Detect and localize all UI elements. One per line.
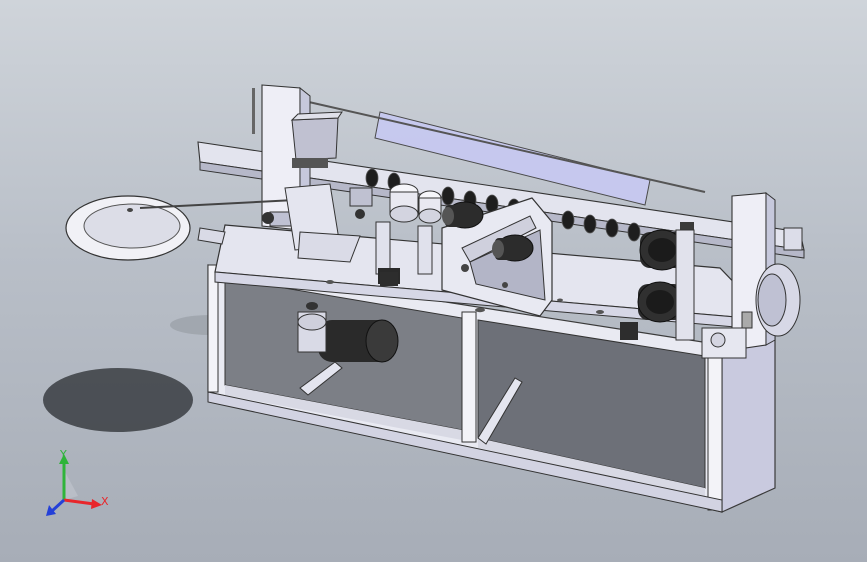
z-axis-line — [50, 498, 66, 513]
machine-model-view[interactable] — [0, 0, 867, 562]
x-axis-line — [63, 498, 95, 506]
coordinate-triad — [46, 454, 102, 516]
sensor-block-1 — [620, 322, 638, 340]
y-axis-label: Y — [60, 448, 67, 461]
cad-viewport[interactable]: Y X — [0, 0, 867, 562]
end-pulley[interactable] — [755, 263, 801, 337]
x-axis-label: X — [101, 495, 109, 508]
sensor-block-2 — [380, 272, 398, 286]
trimmer-motor-2[interactable] — [492, 234, 534, 262]
trimmer-motor-1[interactable] — [442, 201, 484, 229]
ground-shadow — [43, 368, 193, 432]
glue-pot[interactable] — [290, 111, 343, 168]
motor-bracket — [675, 229, 695, 341]
